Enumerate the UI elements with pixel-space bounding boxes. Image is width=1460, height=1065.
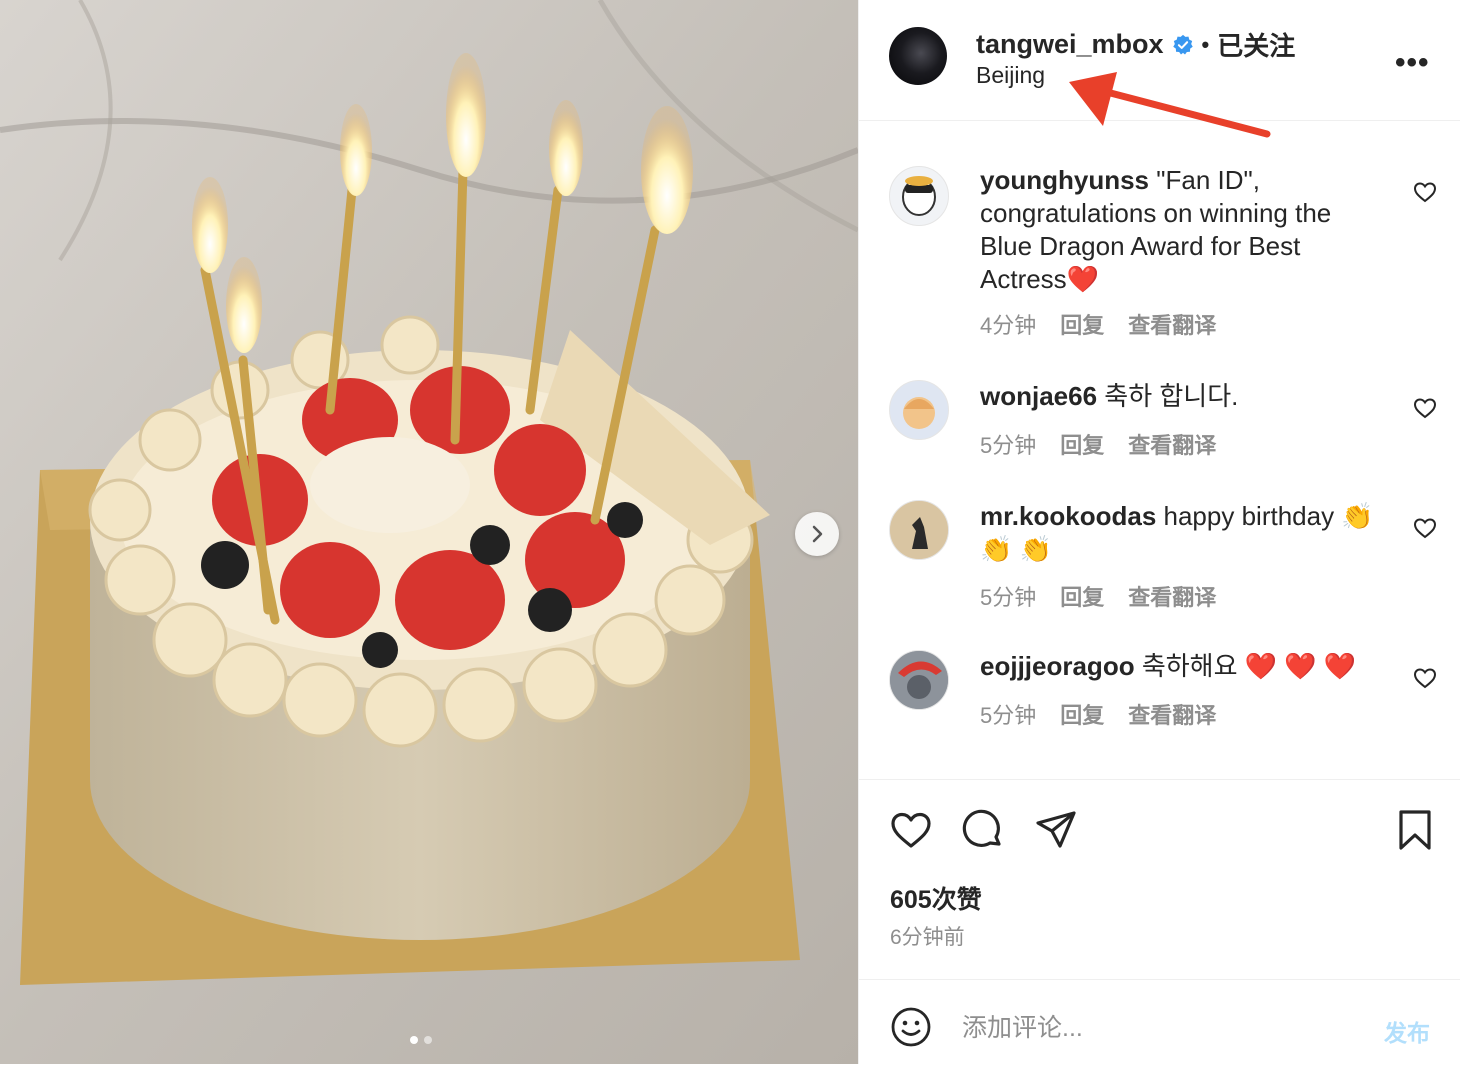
post-location[interactable]: Beijing: [976, 62, 1045, 89]
photo-pagination: [410, 1036, 432, 1044]
commenter-avatar[interactable]: [889, 380, 949, 440]
reply-button[interactable]: 回复: [1060, 580, 1104, 612]
heart-outline-icon[interactable]: [1413, 396, 1437, 420]
comment-meta: 5分钟 回复 查看翻译: [980, 580, 1216, 612]
heart-outline-icon[interactable]: [1413, 516, 1437, 540]
owner-avatar[interactable]: [889, 27, 947, 85]
more-options-icon[interactable]: •••: [1395, 46, 1430, 80]
post-sidebar: tangwei_mbox • 已关注 Beijing ••• younghyun…: [858, 0, 1460, 1064]
comment-username[interactable]: wonjae66: [980, 381, 1097, 411]
comment-composer: 发布: [859, 979, 1460, 1065]
comment-meta: 4分钟 回复 查看翻译: [980, 308, 1216, 340]
see-translation-button[interactable]: 查看翻译: [1128, 698, 1216, 730]
see-translation-button[interactable]: 查看翻译: [1128, 580, 1216, 612]
see-translation-button[interactable]: 查看翻译: [1128, 428, 1216, 460]
next-photo-button[interactable]: [795, 512, 839, 556]
comment-text-block: eojjjeoragoo 축하해요 ❤️ ❤️ ❤️: [980, 650, 1380, 683]
post-photo: [0, 0, 858, 1064]
commenter-avatar[interactable]: [889, 166, 949, 226]
owner-username[interactable]: tangwei_mbox: [976, 29, 1164, 60]
chevron-right-icon: [812, 525, 823, 543]
commenter-avatar[interactable]: [889, 650, 949, 710]
pagination-dot-active: [410, 1036, 418, 1044]
see-translation-button[interactable]: 查看翻译: [1128, 308, 1216, 340]
heart-outline-icon[interactable]: [1413, 180, 1437, 204]
comment-text-block: mr.kookoodas happy birthday 👏 👏 👏: [980, 500, 1380, 566]
comment-username[interactable]: younghyunss: [980, 165, 1149, 195]
cartoon-avatar-icon: [902, 176, 936, 216]
verified-badge-icon: [1172, 34, 1193, 55]
comment-username[interactable]: eojjjeoragoo: [980, 651, 1135, 681]
comment-bubble-icon[interactable]: [961, 808, 1005, 852]
like-count[interactable]: 605次赞: [890, 880, 982, 916]
comment-meta: 5分钟 回复 查看翻译: [980, 428, 1216, 460]
emoji-smiley-icon[interactable]: [890, 1006, 932, 1048]
post-header: tangwei_mbox • 已关注 Beijing •••: [859, 0, 1460, 138]
comment-time: 5分钟: [980, 585, 1037, 610]
comment-time: 5分钟: [980, 433, 1037, 458]
post-timestamp: 6分钟前: [890, 926, 965, 949]
reply-button[interactable]: 回复: [1060, 698, 1104, 730]
comment-input[interactable]: [960, 1008, 1364, 1048]
post-actions: 605次赞 6分钟前: [859, 779, 1460, 980]
commenter-avatar[interactable]: [889, 500, 949, 560]
comment-time: 5分钟: [980, 703, 1037, 728]
comment-username[interactable]: mr.kookoodas: [980, 501, 1156, 531]
following-button[interactable]: 已关注: [1217, 26, 1295, 63]
cartoon-avatar-icon: [903, 397, 935, 429]
reply-button[interactable]: 回复: [1060, 428, 1104, 460]
comment-text: 축하 합니다.: [1104, 381, 1239, 411]
separator-dot: •: [1201, 31, 1210, 57]
comment-text: 축하해요 ❤️ ❤️ ❤️: [1141, 651, 1357, 681]
comment-time: 4分钟: [980, 313, 1037, 338]
comment-text-block: younghyunss "Fan ID", congratulations on…: [980, 164, 1380, 296]
reply-button[interactable]: 回复: [1060, 308, 1104, 340]
birthday-cake-image: [0, 0, 858, 1064]
bookmark-save-icon[interactable]: [1393, 808, 1437, 852]
comment-meta: 5分钟 回复 查看翻译: [980, 698, 1216, 730]
share-send-icon[interactable]: [1034, 808, 1078, 852]
santa-hat-avatar-icon: [890, 651, 948, 709]
comment-list: younghyunss "Fan ID", congratulations on…: [859, 122, 1460, 778]
pagination-dot: [424, 1036, 432, 1044]
owner-line: tangwei_mbox • 已关注: [976, 26, 1295, 63]
silhouette-avatar-icon: [890, 501, 948, 559]
like-heart-icon[interactable]: [889, 808, 933, 852]
heart-outline-icon[interactable]: [1413, 666, 1437, 690]
comment-text-block: wonjae66 축하 합니다.: [980, 380, 1380, 413]
post-comment-button[interactable]: 发布: [1384, 1014, 1430, 1048]
